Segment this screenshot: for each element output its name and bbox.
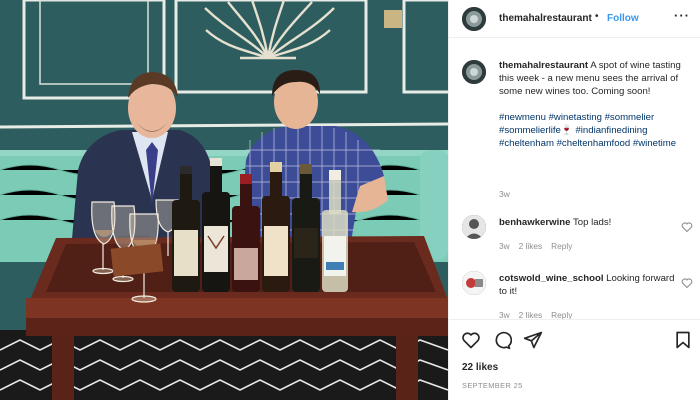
post-caption: themahalrestaurant A spot of wine tastin… — [499, 59, 691, 150]
post-sidebar: themahalrestaurant • Follow ··· themahal… — [448, 0, 700, 400]
post-date[interactable]: SEPTEMBER 25 — [462, 381, 523, 390]
caption-hashtags[interactable]: #newmenu #winetasting #sommelier #sommel… — [499, 111, 691, 150]
comment-bubble-icon[interactable] — [492, 330, 512, 350]
likes-count[interactable]: 22 likes — [462, 362, 498, 373]
caption-timestamp[interactable]: 3w — [499, 189, 510, 199]
comment-likes[interactable]: 2 likes — [519, 241, 543, 251]
share-send-icon[interactable] — [523, 330, 543, 350]
comment-time[interactable]: 3w — [499, 310, 510, 319]
comment-likes[interactable]: 2 likes — [519, 310, 543, 319]
post-photo[interactable] — [0, 0, 448, 400]
comment-body: Top lads! — [572, 217, 612, 228]
comment-meta: 3w 2 likes Reply — [499, 310, 581, 319]
comment-text: benhawkerwine Top lads! — [499, 216, 679, 229]
caption-avatar[interactable] — [462, 60, 486, 84]
comment-row: cotswold_wine_school Looking forward to … — [449, 271, 700, 319]
caption-username[interactable]: themahalrestaurant — [499, 60, 588, 71]
comment-avatar[interactable] — [462, 215, 486, 239]
avatar[interactable] — [462, 7, 486, 31]
more-options-icon[interactable]: ··· — [674, 8, 690, 23]
comment-reply-button[interactable]: Reply — [551, 241, 572, 251]
comment-meta: 3w 2 likes Reply — [499, 241, 581, 251]
separator-dot: • — [595, 11, 599, 22]
comment-username[interactable]: benhawkerwine — [499, 217, 570, 228]
comment-avatar[interactable] — [462, 271, 486, 295]
comment-like-heart-icon[interactable] — [681, 277, 693, 289]
post-header: themahalrestaurant • Follow ··· — [449, 0, 700, 38]
comment-time[interactable]: 3w — [499, 241, 510, 251]
comments-section[interactable]: themahalrestaurant A spot of wine tastin… — [449, 39, 700, 319]
header-username[interactable]: themahalrestaurant — [499, 13, 592, 24]
comment-like-heart-icon[interactable] — [681, 221, 693, 233]
like-heart-icon[interactable] — [461, 330, 481, 350]
comment-text: cotswold_wine_school Looking forward to … — [499, 272, 679, 298]
wine-tasting-photo — [0, 0, 448, 400]
post-actions: 22 likes SEPTEMBER 25 — [449, 319, 700, 400]
follow-button[interactable]: Follow — [607, 13, 639, 24]
comment-row: benhawkerwine Top lads! 3w 2 likes Reply — [449, 215, 700, 265]
comment-username[interactable]: cotswold_wine_school — [499, 273, 604, 284]
bookmark-icon[interactable] — [673, 330, 693, 350]
comment-reply-button[interactable]: Reply — [551, 310, 572, 319]
